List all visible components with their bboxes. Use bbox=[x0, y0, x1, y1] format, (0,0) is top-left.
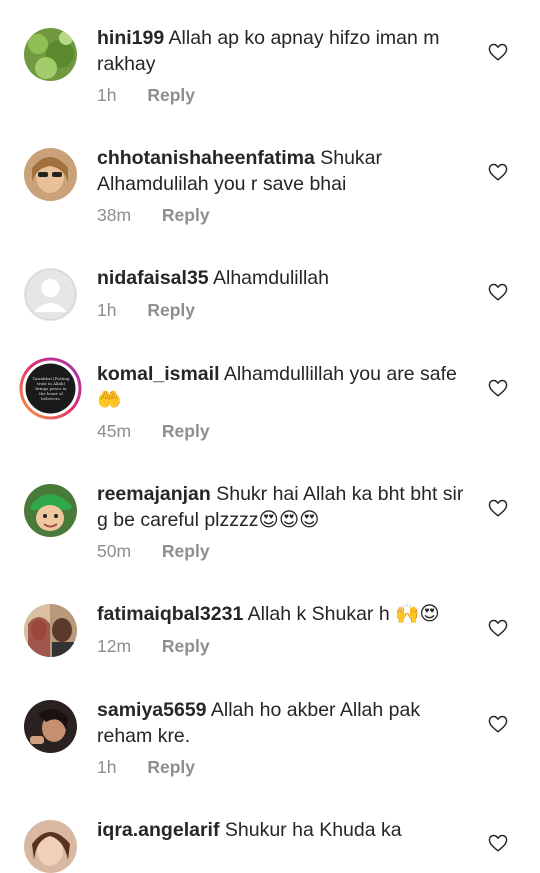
comment-time: 1h bbox=[97, 300, 117, 320]
heart-outline-icon[interactable] bbox=[488, 43, 508, 61]
comment-username[interactable]: chhotanishaheenfatima bbox=[97, 147, 315, 169]
comment-meta: 38m Reply bbox=[97, 205, 210, 226]
comment-time: 45m bbox=[97, 421, 132, 441]
reply-button[interactable]: Reply bbox=[162, 205, 210, 226]
reply-button[interactable]: Reply bbox=[162, 541, 210, 562]
avatar[interactable] bbox=[24, 820, 77, 873]
comment-text: hini199 Allah ap ko apnay hifzo iman m r… bbox=[97, 25, 475, 77]
heart-outline-icon[interactable] bbox=[488, 834, 508, 852]
comment-text: iqra.angelarif Shukur ha Khuda ka bbox=[97, 817, 475, 843]
avatar-quote-text: Tawakkul (Putting trust in Allah) brings… bbox=[32, 376, 70, 401]
comment-text: samiya5659 Allah ho akber Allah pak reha… bbox=[97, 697, 475, 749]
comment-username[interactable]: hini199 bbox=[97, 27, 164, 49]
comment-meta: 45m Reply bbox=[97, 421, 210, 442]
comment-text: komal_ismail Alhamdullillah you are safe… bbox=[97, 361, 475, 413]
avatar[interactable]: Tawakkul (Putting trust in Allah) brings… bbox=[18, 356, 83, 421]
comment-meta: 50m Reply bbox=[97, 541, 210, 562]
emoji: 😍😍😍 bbox=[258, 509, 320, 531]
comment-text: chhotanishaheenfatima Shukar Alhamdulila… bbox=[97, 145, 475, 197]
comment-username[interactable]: fatimaiqbal3231 bbox=[97, 603, 243, 625]
reply-button[interactable]: Reply bbox=[162, 636, 210, 657]
emoji: 🙌😍 bbox=[395, 603, 440, 625]
avatar[interactable] bbox=[24, 28, 77, 81]
comment-time: 1h bbox=[97, 85, 117, 105]
comment-username[interactable]: iqra.angelarif bbox=[97, 819, 219, 841]
comment-text: nidafaisal35 Alhamdulillah bbox=[97, 265, 475, 291]
heart-outline-icon[interactable] bbox=[488, 379, 508, 397]
comment-body: Shukur ha Khuda ka bbox=[224, 819, 402, 841]
comment-body: Alhamdulillah bbox=[212, 267, 329, 289]
comment-time: 38m bbox=[97, 205, 132, 225]
reply-button[interactable]: Reply bbox=[162, 421, 210, 442]
emoji: 🤲 bbox=[97, 389, 122, 411]
reply-button[interactable]: Reply bbox=[147, 300, 195, 321]
comment-username[interactable]: samiya5659 bbox=[97, 699, 207, 721]
comment-meta: 1h Reply bbox=[97, 300, 195, 321]
heart-outline-icon[interactable] bbox=[488, 163, 508, 181]
comment-meta: 1h Reply bbox=[97, 85, 195, 106]
comment-body: Alhamdullillah you are safe bbox=[223, 363, 457, 385]
comment-time: 1h bbox=[97, 757, 117, 777]
comment-text: fatimaiqbal3231 Allah k Shukar h 🙌😍 bbox=[97, 601, 475, 627]
reply-button[interactable]: Reply bbox=[147, 757, 195, 778]
heart-outline-icon[interactable] bbox=[488, 283, 508, 301]
comment-username[interactable]: komal_ismail bbox=[97, 363, 219, 385]
avatar[interactable] bbox=[24, 700, 77, 753]
comment-time: 50m bbox=[97, 541, 132, 561]
heart-outline-icon[interactable] bbox=[488, 715, 508, 733]
heart-outline-icon[interactable] bbox=[488, 499, 508, 517]
avatar[interactable] bbox=[24, 484, 77, 537]
comment-text: reemajanjan Shukr hai Allah ka bht bht s… bbox=[97, 481, 475, 533]
heart-outline-icon[interactable] bbox=[488, 619, 508, 637]
avatar[interactable] bbox=[24, 268, 77, 321]
avatar[interactable] bbox=[24, 148, 77, 201]
comment-username[interactable]: reemajanjan bbox=[97, 483, 211, 505]
comment-meta: 12m Reply bbox=[97, 636, 210, 657]
avatar[interactable] bbox=[24, 604, 77, 657]
comment-username[interactable]: nidafaisal35 bbox=[97, 267, 209, 289]
comment-meta: 1h Reply bbox=[97, 757, 195, 778]
reply-button[interactable]: Reply bbox=[147, 85, 195, 106]
comment-body: Allah k Shukar h bbox=[247, 603, 390, 625]
comment-time: 12m bbox=[97, 636, 132, 656]
